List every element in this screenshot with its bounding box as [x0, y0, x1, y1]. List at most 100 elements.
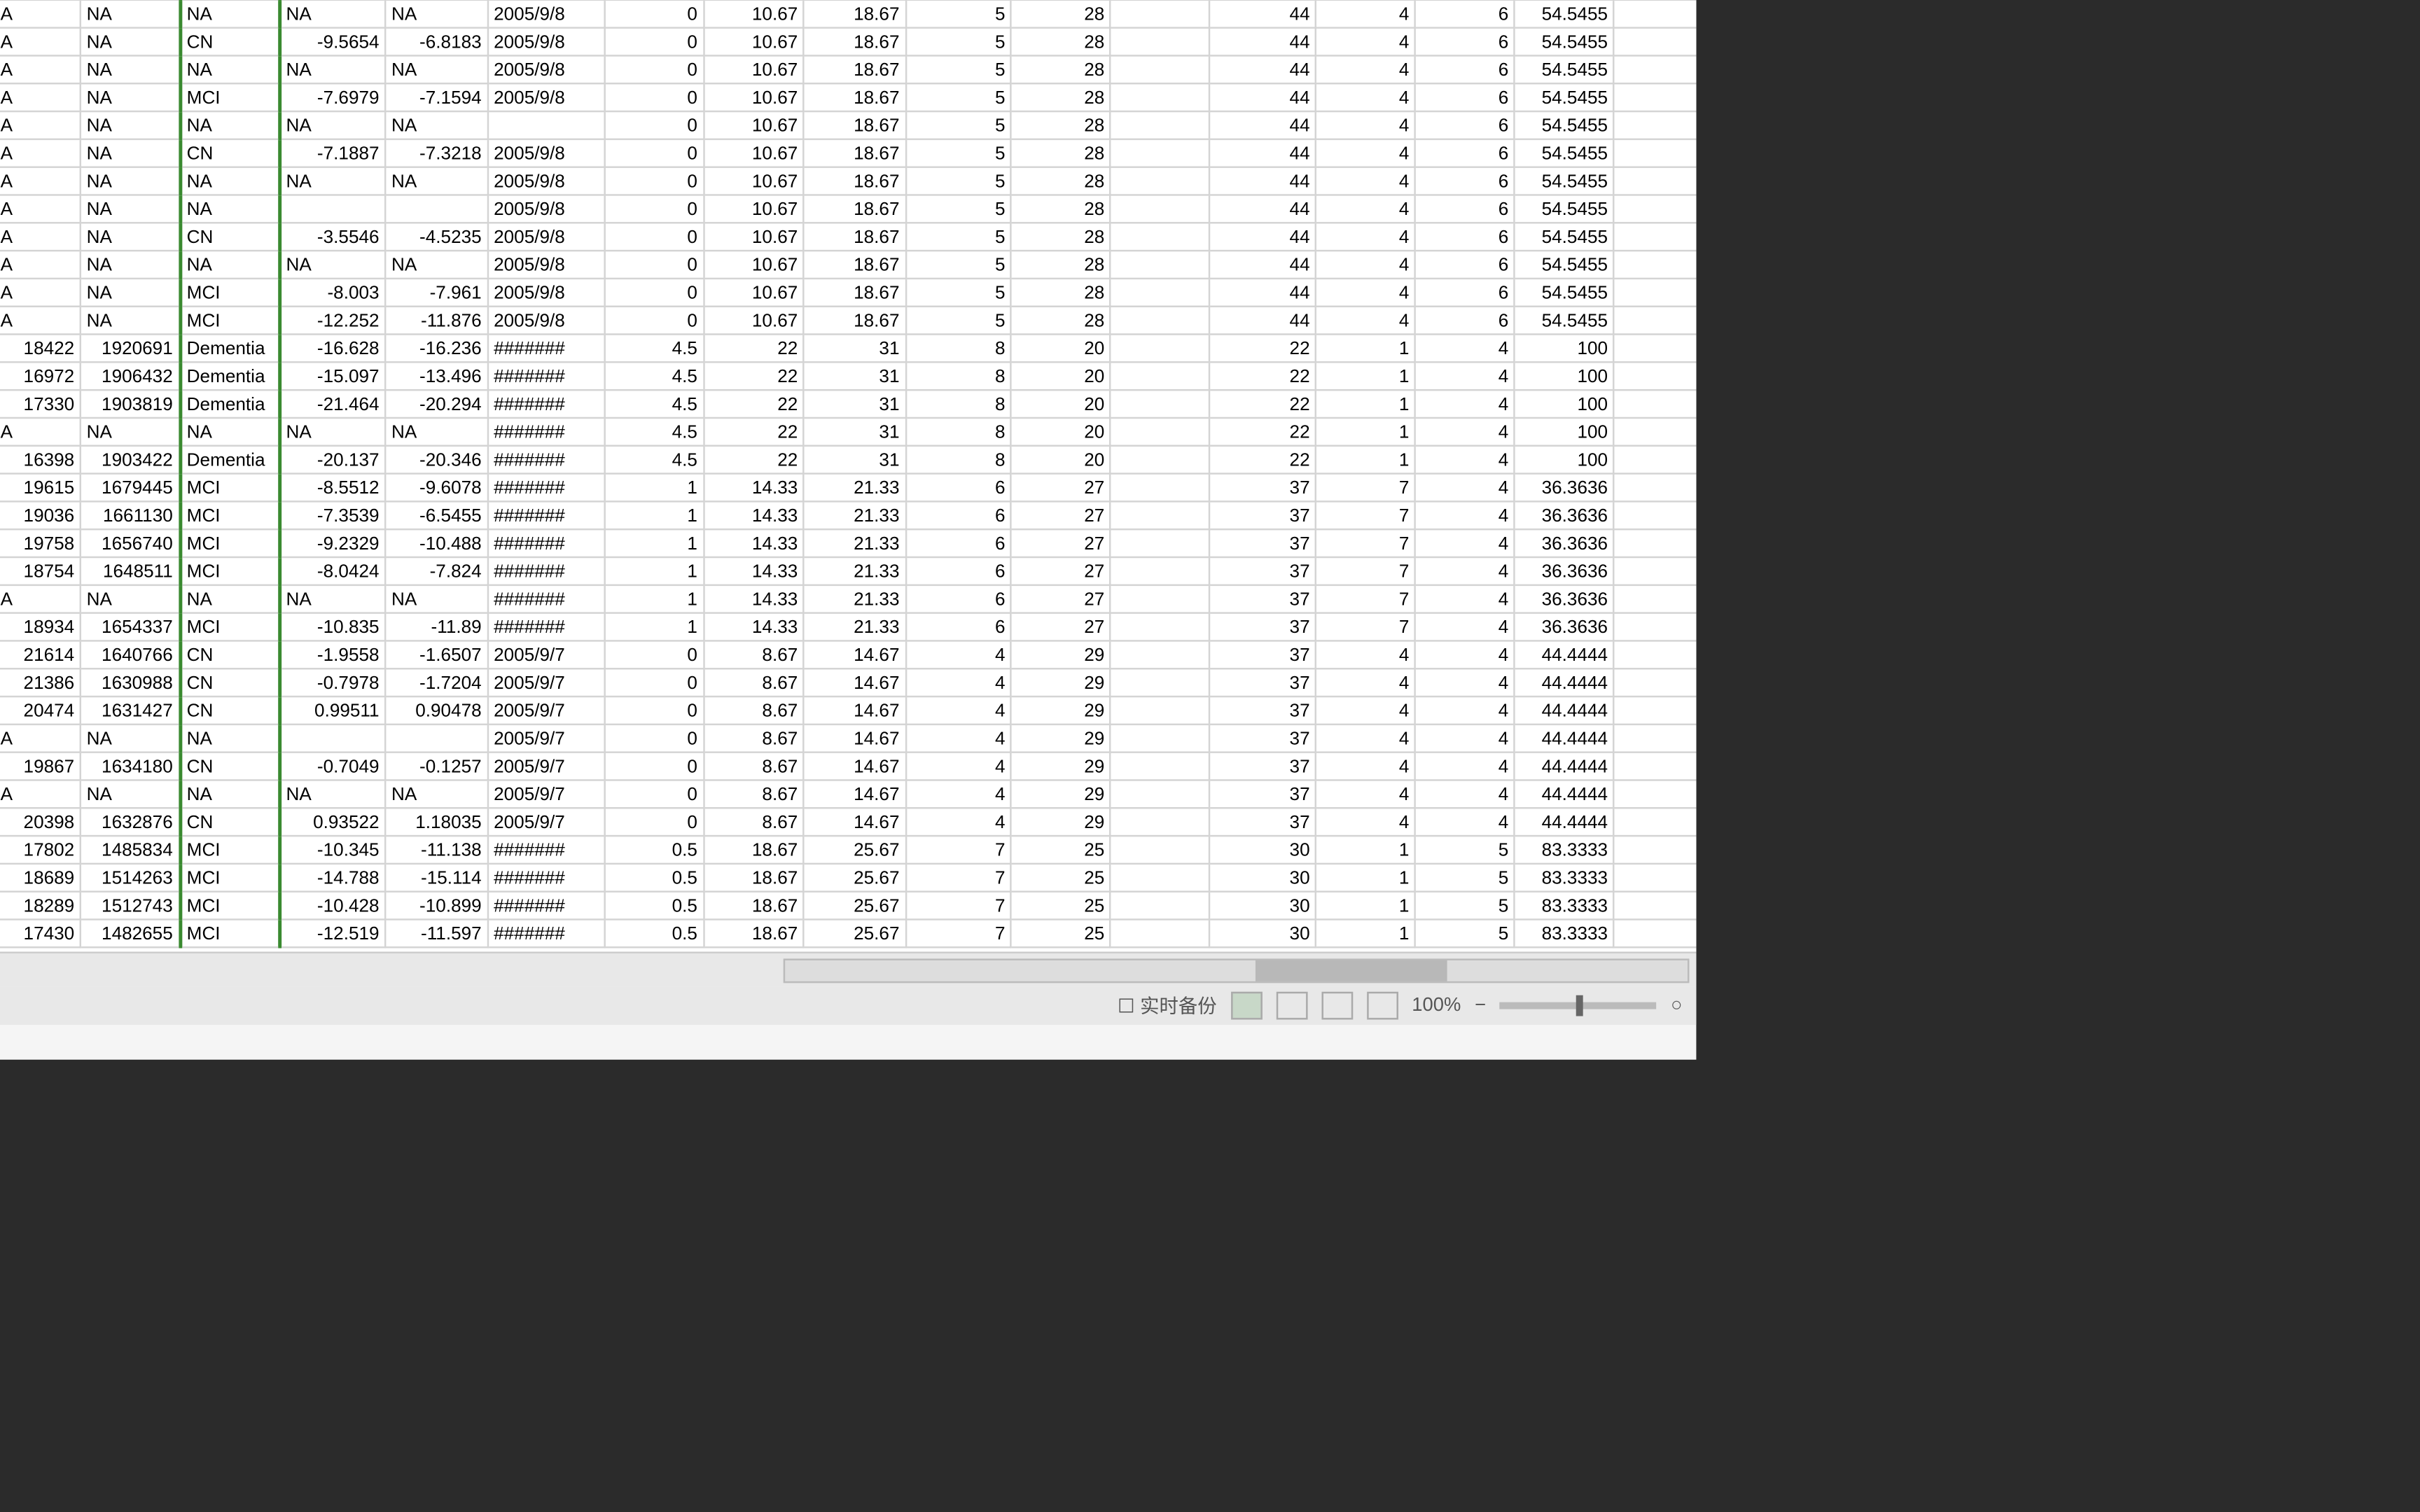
- data-cell[interactable]: [279, 195, 386, 223]
- data-cell[interactable]: 0: [604, 251, 704, 279]
- data-cell[interactable]: [1111, 307, 1210, 335]
- data-cell[interactable]: NA: [0, 251, 81, 279]
- data-cell[interactable]: 21.33: [804, 529, 905, 557]
- data-cell[interactable]: 1: [604, 585, 704, 613]
- data-cell[interactable]: NA: [385, 780, 487, 808]
- data-cell[interactable]: -16.236: [385, 335, 487, 363]
- data-cell[interactable]: 21.33: [804, 613, 905, 641]
- data-cell[interactable]: #######: [487, 529, 604, 557]
- data-cell[interactable]: MCI: [180, 529, 279, 557]
- data-cell[interactable]: 6: [905, 529, 1011, 557]
- data-cell[interactable]: NA: [81, 195, 180, 223]
- data-cell[interactable]: 54.5455: [1515, 307, 1614, 335]
- data-cell[interactable]: 4: [1316, 307, 1415, 335]
- data-cell[interactable]: 21386: [0, 668, 81, 696]
- zoom-slider[interactable]: [1500, 1002, 1657, 1009]
- data-cell[interactable]: 0: [604, 83, 704, 111]
- data-cell[interactable]: 14.33: [704, 613, 804, 641]
- data-cell[interactable]: 12: [1614, 752, 1697, 780]
- data-cell[interactable]: 4: [1316, 279, 1415, 307]
- data-cell[interactable]: #######: [487, 501, 604, 529]
- data-cell[interactable]: NA: [81, 0, 180, 28]
- data-cell[interactable]: 4.5: [604, 390, 704, 418]
- data-cell[interactable]: 28: [1011, 195, 1111, 223]
- data-cell[interactable]: 5: [1415, 892, 1515, 920]
- data-cell[interactable]: 10: [1614, 28, 1697, 56]
- data-cell[interactable]: NA: [180, 585, 279, 613]
- data-cell[interactable]: 8.67: [704, 668, 804, 696]
- data-cell[interactable]: 6: [905, 501, 1011, 529]
- data-cell[interactable]: 10: [1614, 307, 1697, 335]
- data-cell[interactable]: 36.3636: [1515, 529, 1614, 557]
- data-cell[interactable]: [1111, 251, 1210, 279]
- data-cell[interactable]: 4: [1614, 585, 1697, 613]
- data-cell[interactable]: CN: [180, 696, 279, 724]
- data-cell[interactable]: NA: [385, 585, 487, 613]
- data-cell[interactable]: 28: [1011, 0, 1111, 28]
- data-cell[interactable]: 30: [1210, 920, 1316, 948]
- data-cell[interactable]: -7.961: [385, 279, 487, 307]
- data-cell[interactable]: 44.4444: [1515, 640, 1614, 668]
- data-cell[interactable]: NA: [81, 55, 180, 83]
- data-cell[interactable]: -14.788: [279, 864, 386, 892]
- data-cell[interactable]: 10: [1614, 111, 1697, 139]
- data-cell[interactable]: -11.597: [385, 920, 487, 948]
- data-cell[interactable]: 2: [1614, 335, 1697, 363]
- data-cell[interactable]: 6: [905, 585, 1011, 613]
- data-cell[interactable]: 8.67: [704, 780, 804, 808]
- data-cell[interactable]: NA: [385, 55, 487, 83]
- data-cell[interactable]: 83.3333: [1515, 920, 1614, 948]
- data-cell[interactable]: 8.67: [704, 640, 804, 668]
- data-cell[interactable]: 4: [1614, 613, 1697, 641]
- data-cell[interactable]: 2005/9/7: [487, 724, 604, 752]
- data-cell[interactable]: NA: [180, 167, 279, 195]
- data-cell[interactable]: 12: [1614, 696, 1697, 724]
- data-cell[interactable]: NA: [81, 83, 180, 111]
- data-cell[interactable]: 4: [1316, 808, 1415, 836]
- data-cell[interactable]: 4: [1316, 83, 1415, 111]
- data-cell[interactable]: 20: [1011, 418, 1111, 446]
- data-cell[interactable]: 20: [1011, 390, 1111, 418]
- data-cell[interactable]: 6: [905, 474, 1011, 502]
- data-cell[interactable]: -6.8183: [385, 28, 487, 56]
- data-cell[interactable]: NA: [0, 0, 81, 28]
- data-cell[interactable]: -13.496: [385, 362, 487, 390]
- data-cell[interactable]: -7.824: [385, 557, 487, 585]
- data-cell[interactable]: 2005/9/7: [487, 808, 604, 836]
- data-cell[interactable]: 18.67: [704, 892, 804, 920]
- data-cell[interactable]: 37: [1210, 808, 1316, 836]
- data-cell[interactable]: 25.67: [804, 892, 905, 920]
- data-cell[interactable]: 36.3636: [1515, 613, 1614, 641]
- data-cell[interactable]: 1661130: [81, 501, 180, 529]
- data-cell[interactable]: 100: [1515, 390, 1614, 418]
- data-cell[interactable]: 10.67: [704, 55, 804, 83]
- data-cell[interactable]: 14.67: [804, 780, 905, 808]
- data-cell[interactable]: 37: [1210, 557, 1316, 585]
- data-cell[interactable]: 22: [1210, 418, 1316, 446]
- data-cell[interactable]: -12.252: [279, 307, 386, 335]
- data-cell[interactable]: [1111, 668, 1210, 696]
- data-cell[interactable]: #######: [487, 836, 604, 864]
- data-cell[interactable]: Dementia: [180, 335, 279, 363]
- data-cell[interactable]: 54.5455: [1515, 251, 1614, 279]
- data-cell[interactable]: 7: [1316, 557, 1415, 585]
- data-cell[interactable]: 3: [1614, 836, 1697, 864]
- data-cell[interactable]: NA: [81, 111, 180, 139]
- data-cell[interactable]: 5: [905, 111, 1011, 139]
- data-cell[interactable]: NA: [0, 28, 81, 56]
- data-cell[interactable]: 6: [1415, 279, 1515, 307]
- data-cell[interactable]: 25.67: [804, 836, 905, 864]
- data-cell[interactable]: [1111, 55, 1210, 83]
- data-cell[interactable]: CN: [180, 752, 279, 780]
- data-cell[interactable]: 0: [604, 0, 704, 28]
- data-cell[interactable]: 1903422: [81, 446, 180, 474]
- data-cell[interactable]: 6: [1415, 167, 1515, 195]
- data-cell[interactable]: MCI: [180, 920, 279, 948]
- data-cell[interactable]: 0: [604, 668, 704, 696]
- data-cell[interactable]: 37: [1210, 613, 1316, 641]
- data-cell[interactable]: 4: [1415, 362, 1515, 390]
- data-cell[interactable]: 0: [604, 780, 704, 808]
- data-cell[interactable]: 4: [905, 752, 1011, 780]
- data-cell[interactable]: [1111, 920, 1210, 948]
- data-cell[interactable]: 44: [1210, 251, 1316, 279]
